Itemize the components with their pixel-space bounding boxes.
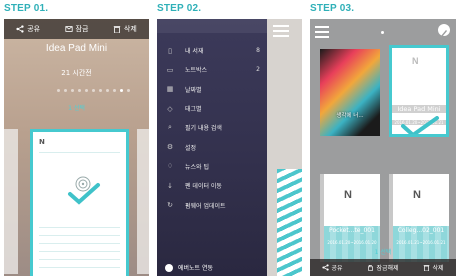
share-icon: [16, 25, 24, 33]
menu-item-library[interactable]: ▯ 내 서재 8: [157, 41, 267, 60]
lock-label: 잠금: [75, 25, 89, 33]
step-2-screen: ▯ 내 서재 8 ▭ 노트박스 2 ▦ 날짜별 ◇ 태그별 ⌕ 필기 내용 검색 ⚙ 설정 ♢ 뉴…: [157, 19, 302, 276]
trash-icon: [424, 265, 430, 271]
bell-icon: ♢: [166, 162, 174, 171]
share-icon: [322, 264, 330, 271]
notebook-name: Colleg...02_001: [397, 227, 445, 234]
update-icon: ↻: [167, 201, 173, 210]
menu-item-settings[interactable]: ⚙ 설정: [157, 137, 267, 156]
step-1-label: STEP 01.: [4, 3, 49, 14]
share-button[interactable]: 공유: [322, 263, 343, 272]
share-label: 공유: [27, 25, 41, 33]
lock-icon: [64, 26, 73, 32]
notebook-time: 21 시간전: [61, 69, 92, 77]
menu-item-by-date[interactable]: ▦ 날짜별: [157, 80, 267, 99]
share-button[interactable]: 공유: [16, 24, 40, 34]
notebook-card-2-selected[interactable]: N Idea Pad Mini 2016.01.20~2016.01.21: [389, 45, 449, 137]
check-icon: [68, 183, 100, 205]
delete-button[interactable]: 삭제: [113, 24, 137, 34]
menu-item-news[interactable]: ♢ 뉴스와 팁: [157, 157, 267, 176]
trash-icon: [113, 26, 121, 33]
action-toolbar: 공유 잠금 삭제: [4, 19, 149, 39]
menu-icon[interactable]: [315, 26, 329, 41]
notebook-name: Idea Pad Mini: [392, 105, 446, 113]
notebook-cover-selected[interactable]: N: [30, 129, 129, 276]
next-notebook[interactable]: [137, 129, 149, 274]
top-bar: [310, 19, 456, 41]
delete-label: 삭제: [123, 25, 137, 33]
notebook-logo: N: [412, 56, 419, 66]
notebook-logo: N: [344, 189, 352, 201]
menu-item-search[interactable]: ⌕ 필기 내용 검색: [157, 118, 267, 137]
prev-notebook[interactable]: [4, 129, 18, 274]
delete-button[interactable]: 삭제: [423, 263, 444, 272]
step-2-label: STEP 02.: [157, 3, 202, 14]
notebook-name: Pocket...te_001: [329, 227, 375, 234]
menu-item-pen-data[interactable]: ↓ 펜 데이터 이동: [157, 176, 267, 195]
page-indicator: [57, 89, 130, 92]
drawer-menu: ▯ 내 서재 8 ▭ 노트박스 2 ▦ 날짜별 ◇ 태그별 ⌕ 필기 내용 검색 ⚙ 설정 ♢ 뉴…: [157, 41, 267, 215]
calendar-icon: ▦: [166, 85, 174, 94]
action-toolbar: 공유 잠금해제 삭제: [310, 259, 456, 276]
notebook-logo: N: [413, 189, 421, 201]
drawer-header: [157, 19, 267, 33]
selection-count: 1 선택: [374, 249, 392, 256]
menu-item-notebox[interactable]: ▭ 노트박스 2: [157, 60, 267, 79]
menu-icon[interactable]: [273, 25, 289, 40]
gear-icon: ⚙: [166, 143, 174, 152]
chevron-pattern: [277, 169, 302, 276]
notebook-logo: N: [39, 138, 45, 146]
notebook-icon: ▯: [168, 46, 172, 55]
evernote-icon: [165, 263, 173, 272]
pen-icon: ↓: [167, 181, 173, 190]
lock-button[interactable]: 잠금: [64, 24, 89, 34]
tag-icon: ◇: [167, 104, 173, 113]
notebox-icon: ▭: [166, 65, 174, 74]
menu-item-firmware[interactable]: ↻ 펌웨어 업데이트: [157, 195, 267, 214]
edit-icon[interactable]: [438, 24, 450, 37]
step-1-screen: 공유 잠금 삭제 Idea Pad Mini 21 시간전 1 선택 N: [4, 19, 149, 276]
notebook-card-1[interactable]: 생각에 너...: [320, 49, 380, 136]
search-icon: ⌕: [168, 123, 172, 132]
page-dot: [381, 31, 384, 34]
evernote-sync-button[interactable]: 에버노트 연동: [165, 263, 213, 272]
notebook-title: Idea Pad Mini: [45, 43, 108, 54]
step-3-label: STEP 03.: [310, 3, 355, 14]
step-3-screen: 생각에 너... N Idea Pad Mini 2016.01.20~2016…: [310, 19, 456, 276]
check-icon: [401, 116, 439, 134]
selection-count: 1 선택: [68, 105, 85, 112]
menu-item-by-tag[interactable]: ◇ 태그별: [157, 99, 267, 118]
unlock-icon: [368, 265, 374, 271]
notebook-date: 2016.01.20~2016.01.20: [327, 240, 377, 245]
notebook-name: 생각에 너...: [336, 113, 364, 119]
unlock-button[interactable]: 잠금해제: [367, 263, 399, 272]
notebook-date: 2016.01.21~2016.01.21: [396, 240, 446, 245]
